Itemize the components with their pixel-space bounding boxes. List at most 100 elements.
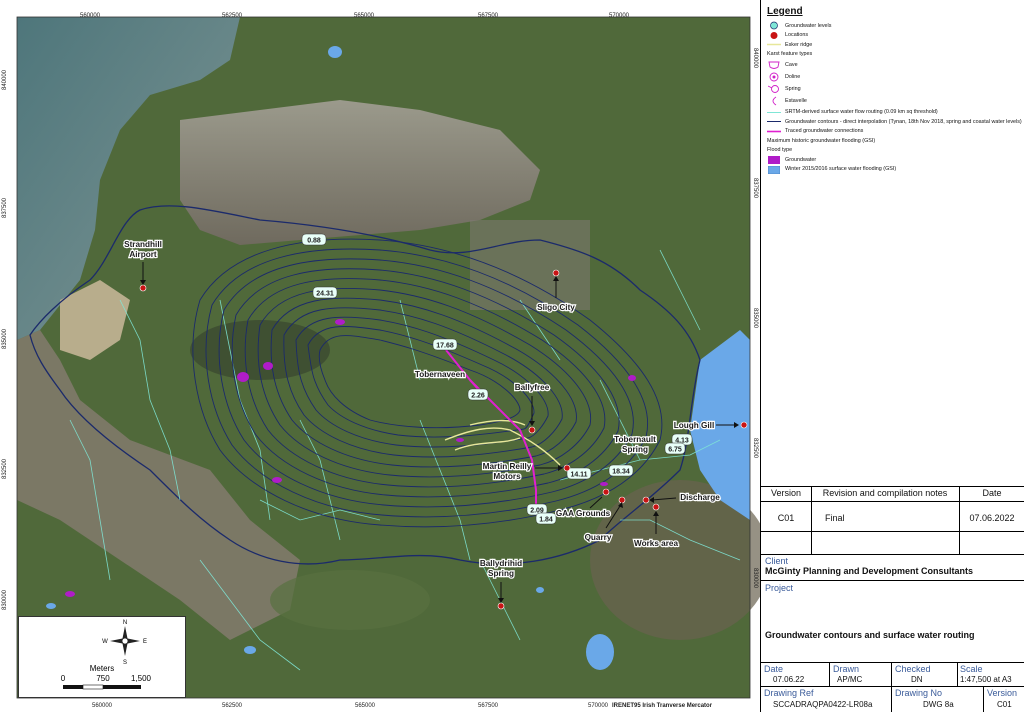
northing-tick-left: 840000	[2, 69, 8, 90]
svg-text:Motors: Motors	[493, 472, 521, 481]
rev-notes: Final	[825, 513, 845, 523]
contour-label: 17.68	[436, 343, 454, 350]
date-label: Date	[764, 664, 784, 674]
scale-tick: 750	[96, 674, 110, 683]
estavelle-icon	[767, 97, 781, 106]
svg-text:Ballydrihid: Ballydrihid	[480, 559, 522, 568]
surface-flood-swatch	[767, 165, 781, 174]
drawing-ref-label: Drawing Ref	[764, 688, 814, 698]
northing-tick-left: 835000	[2, 328, 8, 349]
version-value: C01	[997, 700, 1012, 709]
easting-tick-bottom: 562500	[222, 703, 243, 709]
scale-value: 1:47,500 at A3	[960, 675, 1012, 684]
north-arrow-and-scale: N S E W Meters 0 750 1,500	[61, 620, 152, 690]
map-canvas: 0.88 24.31 17.68 2.26 4.13 6.75 14.11 18…	[0, 0, 760, 712]
scale-tick: 1,500	[131, 674, 152, 683]
stream-line-icon	[767, 108, 781, 117]
easting-tick-bottom: 567500	[478, 703, 499, 709]
project-title: Groundwater contours and surface water r…	[765, 630, 975, 640]
map-view[interactable]: 0.88 24.31 17.68 2.26 4.13 6.75 14.11 18…	[0, 0, 760, 712]
easting-tick-top: 562500	[222, 13, 243, 19]
easting-tick-top: 567500	[478, 13, 499, 19]
svg-text:Ballyfree: Ballyfree	[515, 383, 550, 392]
legend-item: Winter 2015/2016 surface water flooding …	[767, 165, 1018, 175]
legend-item: Maximum historic groundwater flooding (G…	[767, 137, 876, 144]
drawing-no-label: Drawing No	[895, 688, 943, 698]
svg-text:Discharge: Discharge	[680, 493, 720, 502]
contour-line-icon	[767, 117, 781, 126]
traced-line-icon	[767, 127, 781, 136]
legend-item: Cave	[767, 59, 1018, 71]
rev-version: C01	[777, 513, 795, 523]
legend-item: Groundwater levels	[767, 21, 1018, 31]
svg-text:Spring: Spring	[488, 569, 514, 578]
legend-item: Esker ridge	[767, 40, 1018, 50]
northing-tick-left: 832500	[2, 458, 8, 479]
legend-title: Legend	[767, 6, 803, 17]
svg-text:GAA Grounds: GAA Grounds	[556, 509, 611, 518]
svg-text:Martin Reilly: Martin Reilly	[483, 462, 532, 471]
scale-bar-box: N S E W Meters 0 750 1,500	[18, 616, 186, 698]
contour-label: 14.11	[570, 472, 587, 479]
compass-e: E	[143, 639, 147, 645]
northing-tick-right: 832500	[752, 437, 758, 458]
contour-label: 0.88	[307, 238, 321, 245]
compass-n: N	[123, 620, 127, 626]
esker-line-icon	[767, 40, 781, 49]
crs-label: IRENET95 Irish Tranverse Mercator	[612, 703, 713, 709]
drawing-ref-value: SCCADRAQPA0422-LR08a	[773, 700, 873, 709]
svg-text:Works area: Works area	[634, 539, 678, 548]
legend-item: Traced groundwater connections	[767, 127, 1018, 137]
scale-bar	[63, 684, 141, 690]
rev-date: 07.06.2022	[969, 513, 1015, 523]
legend-item: Groundwater contours - direct interpolat…	[767, 117, 1022, 127]
svg-text:Quarry: Quarry	[585, 533, 612, 542]
northing-tick-left: 837500	[2, 197, 8, 218]
aerial-imagery	[17, 17, 760, 698]
easting-tick-top: 565000	[354, 13, 375, 19]
scale-label: Scale	[960, 664, 983, 674]
drawn-label: Drawn	[833, 664, 860, 674]
compass-s: S	[123, 660, 127, 666]
version-label: Version	[987, 688, 1018, 698]
contour-label: 18.34	[612, 469, 630, 476]
scale-tick: 0	[61, 674, 66, 683]
contour-label: 2.26	[471, 393, 485, 400]
drawn-value: AP/MC	[837, 675, 863, 684]
doline-icon	[767, 72, 781, 82]
compass-w: W	[102, 639, 108, 645]
northing-tick-right: 840000	[752, 47, 758, 68]
northing-tick-right: 830000	[752, 567, 758, 588]
svg-text:Lough Gill: Lough Gill	[674, 421, 714, 430]
svg-text:Tobernaveen: Tobernaveen	[415, 370, 465, 379]
legend-item: Karst feature types	[767, 51, 813, 58]
easting-tick-bottom: 570000	[588, 703, 609, 709]
legend-item: Groundwater	[767, 155, 1018, 165]
svg-text:Tobernault: Tobernault	[614, 435, 656, 444]
easting-tick-bottom: 565000	[355, 703, 376, 709]
side-panel: Legend Groundwater levels Locations Eske…	[760, 0, 1024, 712]
rev-header-date: Date	[982, 488, 1002, 498]
contour-label: 6.75	[668, 447, 682, 454]
legend-item: Locations	[767, 31, 1018, 41]
legend-item: Spring	[767, 83, 1018, 95]
easting-tick-bottom: 560000	[92, 703, 113, 709]
groundwater-flood-swatch	[767, 156, 781, 165]
legend: Legend Groundwater levels Locations Eske…	[761, 0, 1024, 181]
contour-label: 24.31	[316, 291, 334, 298]
location-tobernaveen[interactable]: Tobernaveen	[414, 369, 467, 380]
groundwater-level-icon	[767, 21, 781, 30]
location-icon	[767, 31, 781, 40]
easting-tick-top: 560000	[80, 13, 101, 19]
project-label: Project	[765, 583, 794, 593]
contour-label: 1.84	[539, 517, 553, 524]
northing-tick-right: 837500	[752, 177, 758, 198]
northing-tick-right: 835000	[752, 307, 758, 328]
svg-text:Strandhill: Strandhill	[124, 240, 162, 249]
drawing-no-value: DWG 8a	[923, 700, 954, 709]
cave-icon	[767, 61, 781, 70]
rev-header-version: Version	[770, 488, 802, 498]
scale-units: Meters	[90, 664, 114, 673]
checked-label: Checked	[895, 664, 931, 674]
svg-text:Spring: Spring	[622, 445, 648, 454]
